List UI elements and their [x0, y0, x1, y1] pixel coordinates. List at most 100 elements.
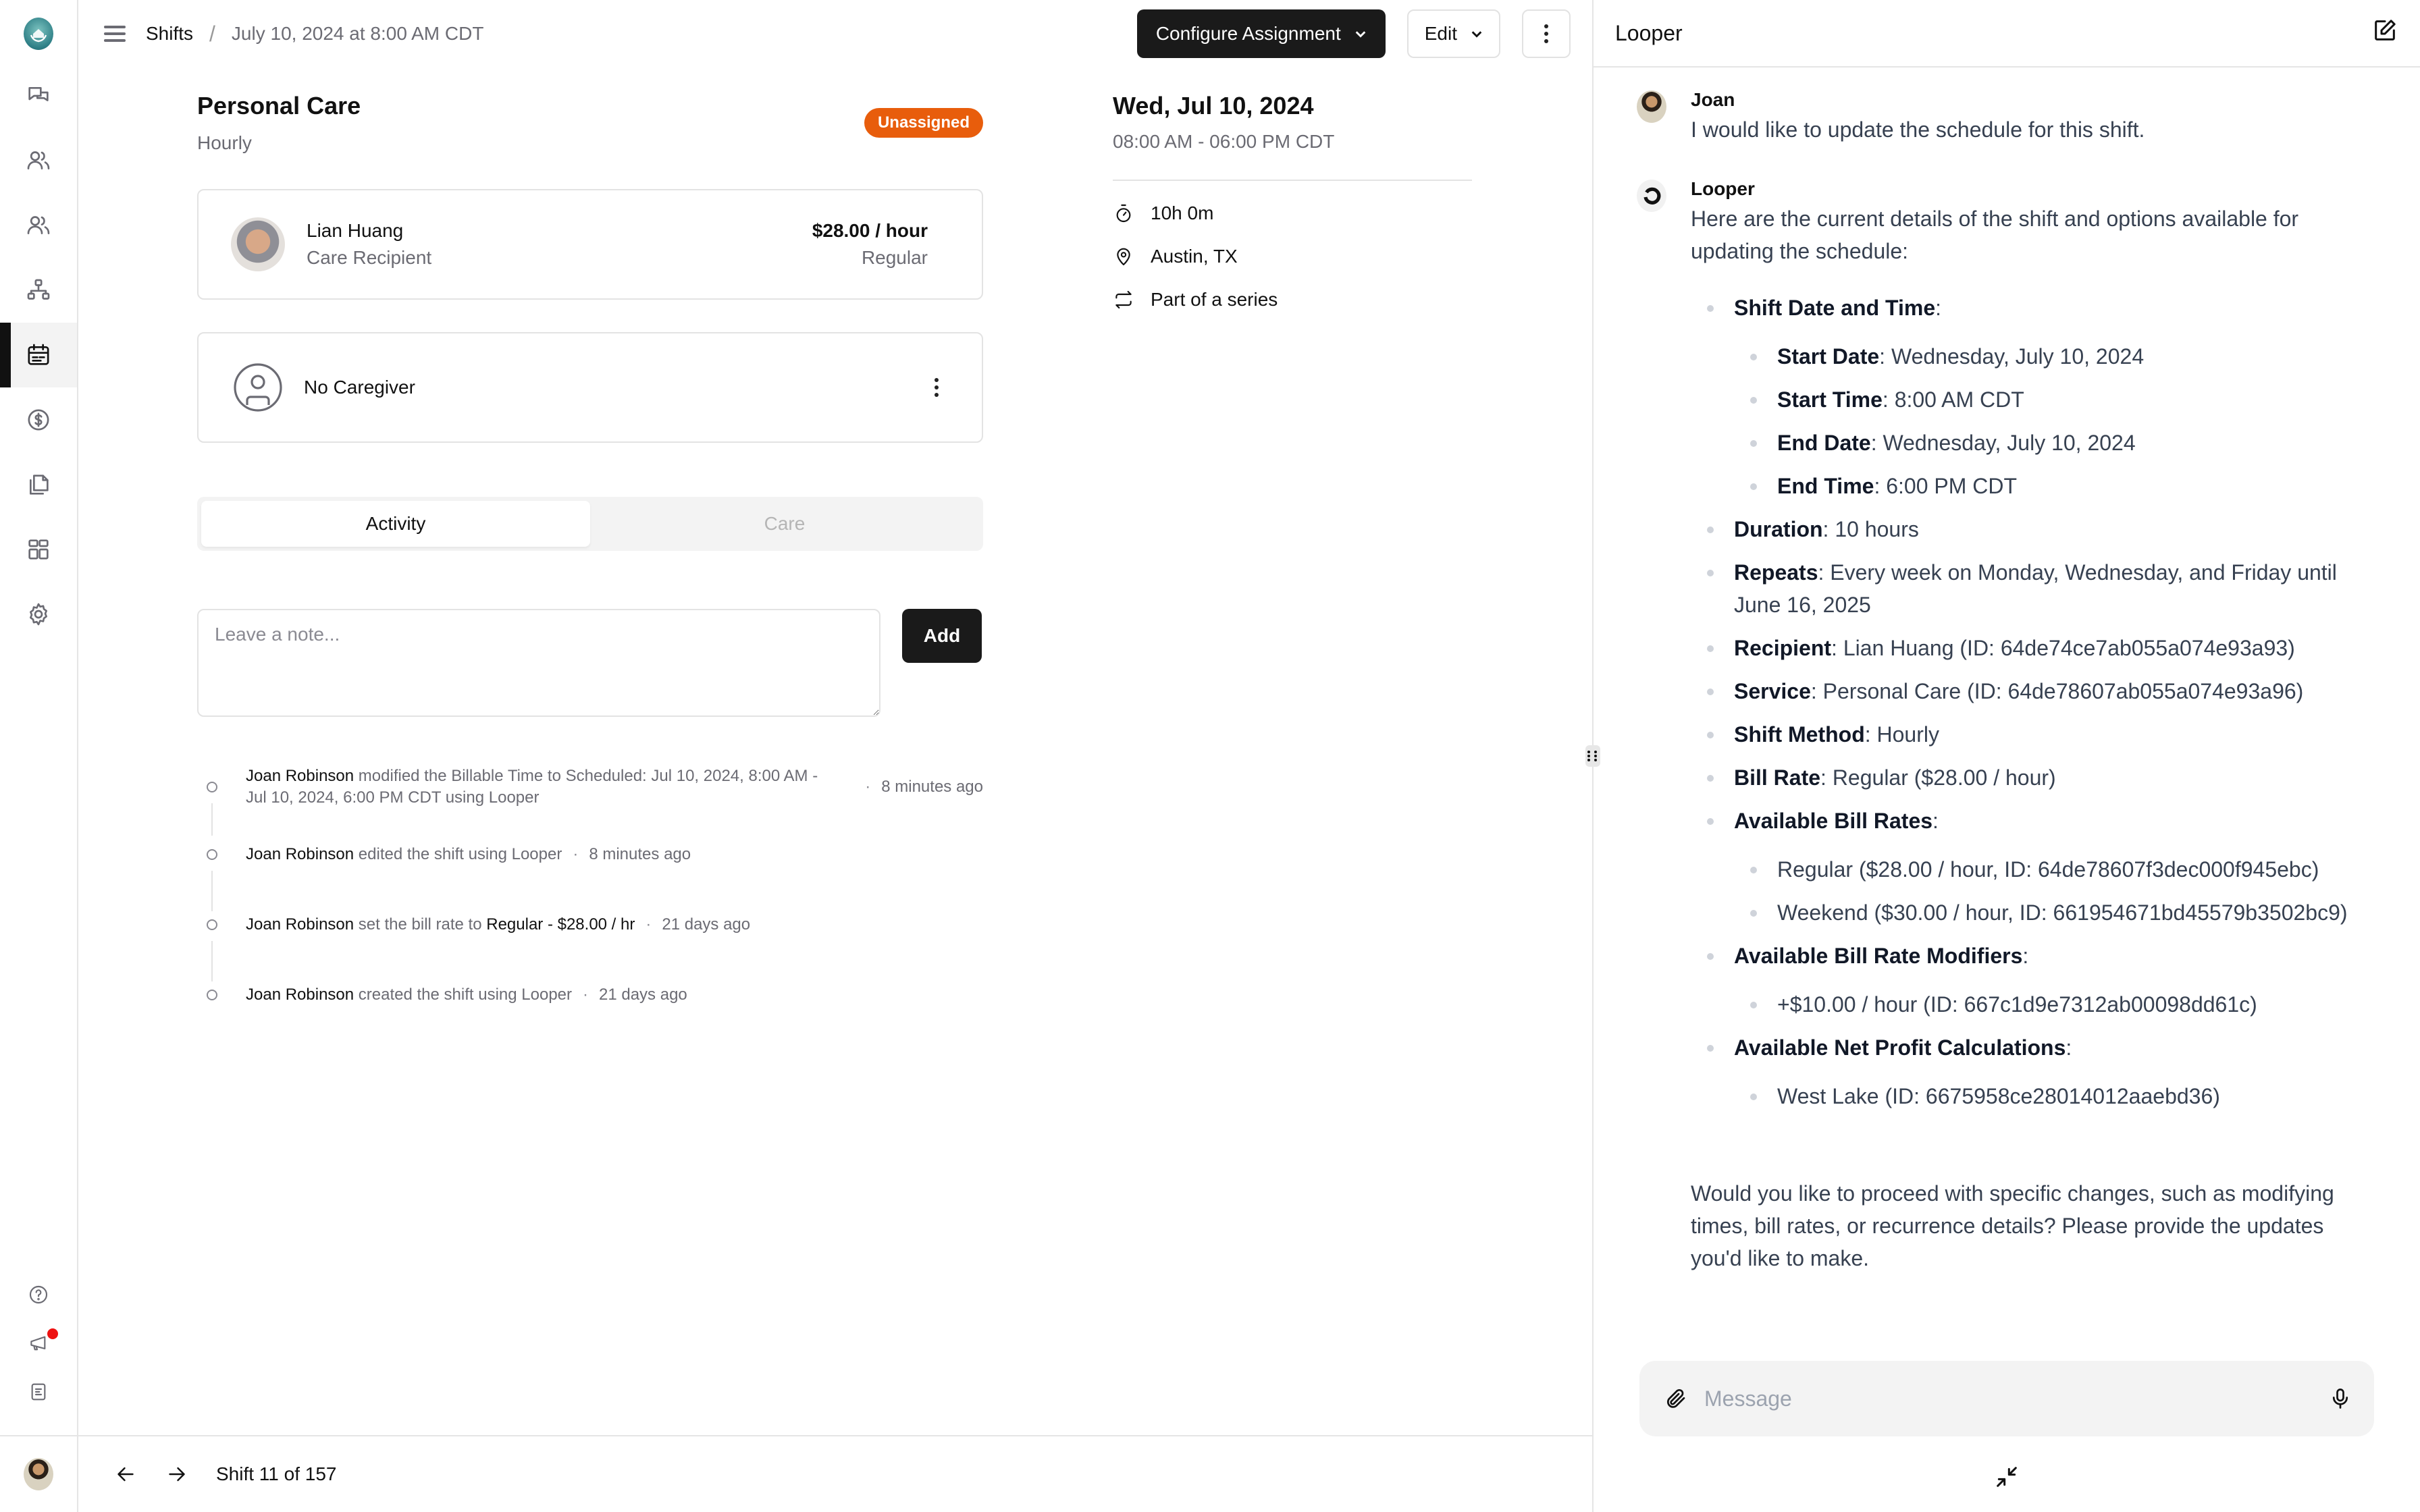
- detail-subitem: End Time: 6:00 PM CDT: [1750, 470, 2379, 502]
- detail-label: End Date: [1777, 431, 1871, 455]
- activity-item: Joan Robinson edited the shift using Loo…: [197, 844, 983, 911]
- breadcrumb-shifts-link[interactable]: Shifts: [146, 23, 193, 45]
- empty-user-icon: [234, 363, 282, 412]
- divider: [1113, 180, 1472, 181]
- detail-value: Personal Care (ID: 64de78607ab055a074e93…: [1822, 679, 2304, 703]
- sidebar-item-settings[interactable]: [0, 582, 77, 647]
- detail-item: Recipient: Lian Huang (ID: 64de74ce7ab05…: [1707, 632, 2379, 664]
- microphone-icon[interactable]: [2328, 1386, 2352, 1411]
- changelog-button[interactable]: [0, 1368, 77, 1416]
- more-vertical-icon: [935, 378, 939, 397]
- detail-value: +$10.00 / hour (ID: 667c1d9e7312ab00098d…: [1777, 992, 2257, 1017]
- shift-position: Shift 11 of 157: [216, 1463, 337, 1484]
- sidebar-nav: [0, 63, 77, 647]
- activity-actor[interactable]: Joan Robinson: [246, 915, 354, 934]
- avatar: [24, 1458, 53, 1490]
- assistant-followup-text: Would you like to proceed with specific …: [1691, 1181, 2334, 1270]
- activity-timestamp: 8 minutes ago: [854, 776, 983, 798]
- activity-feed: Joan Robinson modified the Billable Time…: [197, 765, 983, 1006]
- user-menu[interactable]: [0, 1435, 77, 1512]
- detail-subitem: West Lake (ID: 6675958ce28014012aaebd36): [1750, 1080, 2379, 1112]
- sidebar-item-messages[interactable]: [0, 63, 77, 128]
- sidebar-item-caregivers[interactable]: [0, 193, 77, 258]
- collapse-panel-button[interactable]: [1993, 1463, 2020, 1490]
- activity-timestamp: 21 days ago: [572, 986, 687, 1004]
- detail-item: Shift Method: Hourly: [1707, 718, 2379, 751]
- activity-description: created the shift using Looper: [354, 986, 572, 1004]
- activity-text: Joan Robinson set the bill rate to Regul…: [246, 914, 750, 936]
- chat-transcript[interactable]: Joan I would like to update the schedule…: [1594, 68, 2420, 1361]
- megaphone-icon: [30, 1336, 46, 1351]
- recipient-card[interactable]: Lian Huang Care Recipient $28.00 / hour …: [197, 189, 983, 300]
- hamburger-menu-icon[interactable]: [103, 22, 127, 46]
- detail-label: Available Bill Rate Modifiers: [1734, 944, 2023, 968]
- grid-icon: [28, 539, 49, 560]
- sidebar-item-schedule[interactable]: [0, 323, 77, 387]
- detail-label: Service: [1734, 679, 1811, 703]
- tab-care[interactable]: Care: [590, 501, 979, 547]
- configure-assignment-button[interactable]: Configure Assignment: [1136, 9, 1386, 58]
- activity-actor[interactable]: Joan Robinson: [246, 845, 354, 863]
- edit-button[interactable]: Edit: [1406, 9, 1500, 58]
- detail-subitem: End Date: Wednesday, July 10, 2024: [1750, 427, 2379, 459]
- chat-bubbles-icon: [28, 87, 49, 101]
- detail-subitem: Weekend ($30.00 / hour, ID: 661954671bd4…: [1750, 896, 2379, 929]
- sidebar-item-clients[interactable]: [0, 128, 77, 193]
- detail-value: 6:00 PM CDT: [1886, 474, 2018, 498]
- caregiver-options-button[interactable]: [926, 370, 947, 405]
- shift-method: Hourly: [197, 132, 252, 153]
- detail-tabs: Activity Care: [197, 497, 983, 551]
- chevron-down-icon: [1471, 31, 1482, 38]
- caregiver-card[interactable]: No Caregiver: [197, 332, 983, 443]
- chevron-down-icon: [1355, 31, 1366, 38]
- sidebar-item-organization[interactable]: [0, 258, 77, 323]
- help-button[interactable]: [0, 1270, 77, 1319]
- compose-icon: [2375, 20, 2396, 40]
- add-note-button[interactable]: Add: [902, 609, 982, 663]
- arrow-left-icon[interactable]: [113, 1462, 138, 1486]
- detail-value: 10 hours: [1835, 517, 1919, 541]
- arrow-right-icon[interactable]: [165, 1462, 189, 1486]
- activity-highlight: Regular - $28.00 / hr: [486, 915, 635, 934]
- chat-message-assistant: Looper Here are the current details of t…: [1637, 178, 2379, 1123]
- header-actions: Configure Assignment Edit: [1136, 9, 1571, 58]
- note-input[interactable]: [197, 609, 880, 717]
- announcements-button[interactable]: [0, 1319, 77, 1368]
- notification-dot: [47, 1328, 58, 1339]
- detail-label: Repeats: [1734, 560, 1818, 585]
- paperclip-icon[interactable]: [1664, 1386, 1688, 1411]
- activity-timestamp: 21 days ago: [635, 915, 750, 934]
- bill-rate-type: Regular: [861, 247, 928, 268]
- detail-subitem: Start Time: 8:00 AM CDT: [1750, 383, 2379, 416]
- detail-item: Bill Rate: Regular ($28.00 / hour): [1707, 761, 2379, 794]
- looper-avatar: [1637, 180, 1666, 212]
- new-chat-button[interactable]: [2371, 17, 2398, 49]
- assistant-title: Looper: [1615, 20, 1683, 45]
- documents-icon: [30, 475, 49, 495]
- tab-activity[interactable]: Activity: [201, 501, 590, 547]
- sidebar-item-documents[interactable]: [0, 452, 77, 517]
- detail-label: End Time: [1777, 474, 1874, 498]
- sidebar-item-billing[interactable]: [0, 387, 77, 452]
- document-lines-icon: [31, 1383, 46, 1401]
- shift-pagination: Shift 11 of 157: [78, 1435, 1592, 1512]
- panel-resize-handle[interactable]: [1585, 745, 1600, 767]
- detail-label: Duration: [1734, 517, 1823, 541]
- detail-value: Hourly: [1876, 722, 1939, 747]
- recipient-name: Lian Huang: [307, 220, 404, 241]
- activity-text: Joan Robinson created the shift using Lo…: [246, 984, 687, 1006]
- message-input[interactable]: [1704, 1386, 2328, 1411]
- detail-label: Start Time: [1777, 387, 1883, 412]
- sidebar-item-apps[interactable]: [0, 517, 77, 582]
- assistant-panel: Looper Joan I would like to update the s…: [1594, 0, 2420, 1512]
- configure-assignment-label: Configure Assignment: [1155, 23, 1341, 44]
- message-text: I would like to update the schedule for …: [1691, 117, 2145, 142]
- shift-detail: Shifts / July 10, 2024 at 8:00 AM CDT Co…: [78, 0, 1600, 1512]
- recipient-avatar: [231, 217, 285, 271]
- detail-label: Shift Date and Time: [1734, 296, 1936, 320]
- activity-actor[interactable]: Joan Robinson: [246, 767, 354, 785]
- activity-item: Joan Robinson set the bill rate to Regul…: [197, 914, 983, 981]
- activity-actor[interactable]: Joan Robinson: [246, 986, 354, 1004]
- app-logo[interactable]: [24, 18, 53, 50]
- more-options-button[interactable]: [1522, 9, 1571, 58]
